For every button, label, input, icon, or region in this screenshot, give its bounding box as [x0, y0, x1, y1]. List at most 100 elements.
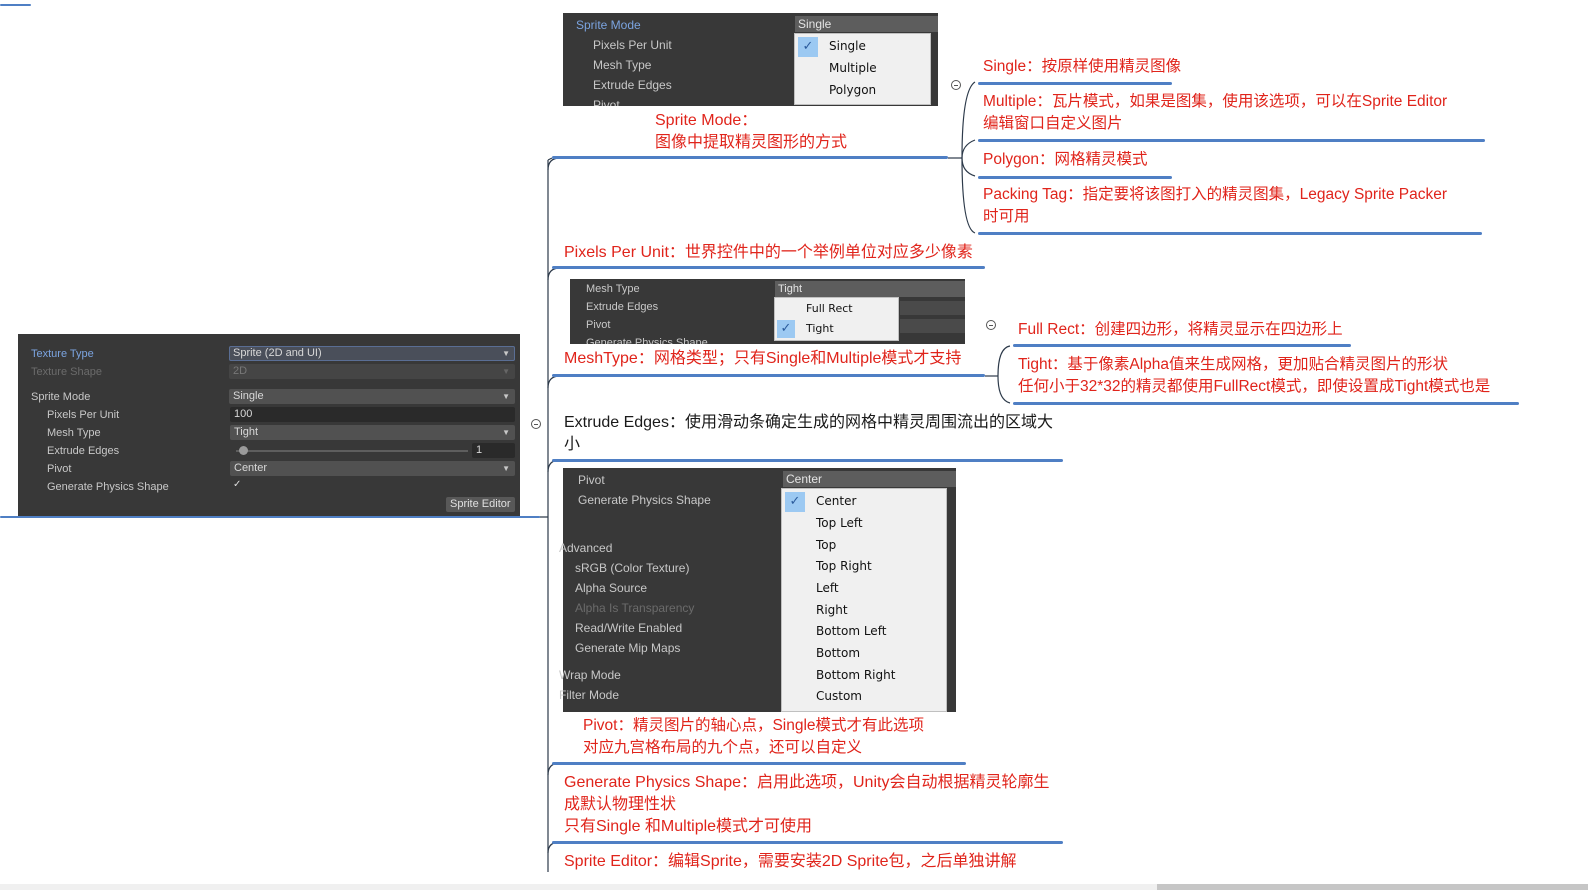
dropdown-arrow-icon: ▼ [502, 464, 510, 473]
node-tight-line1: Tight：基于像素Alpha值来生成网格，更加贴合精灵图片的形状 [1018, 356, 1449, 373]
node-pivot-line1: Pivot：精灵图片的轴心点，Single模式才有此选项 [583, 717, 925, 734]
node-pivot-underline [552, 762, 966, 765]
option-top[interactable]: Top [782, 535, 946, 556]
option-label: Polygon [829, 83, 877, 97]
node-mesh-type[interactable]: MeshType：网格类型；只有Single和Multiple模式才支持 [564, 348, 961, 370]
option-label: Bottom [816, 646, 861, 660]
sprite-mode-popup: ✓ Single Multiple Polygon [794, 33, 931, 105]
pivot-value: Center [234, 462, 268, 474]
option-full-rect[interactable]: Full Rect [775, 299, 898, 319]
node-sprite-mode[interactable]: Sprite Mode： 图像中提取精灵图形的方式 [655, 110, 847, 154]
node-pivot[interactable]: Pivot：精灵图片的轴心点，Single模式才有此选项 对应九宫格布局的九个点… [583, 715, 924, 759]
node-multiple-line1: Multiple：瓦片模式，如果是图集，使用该选项，可以在Sprite Edit… [983, 93, 1448, 110]
node-polygon[interactable]: Polygon：网格精灵模式 [983, 149, 1148, 171]
mesh-type-popup: Full Rect ✓ Tight [774, 297, 899, 341]
mt-field-bg [900, 319, 965, 333]
sm-label-2: Mesh Type [593, 58, 652, 72]
node-packing-tag[interactable]: Packing Tag：指定要将该图打入的精灵图集，Legacy Sprite … [983, 184, 1447, 228]
extrude-edges-slider-handle[interactable] [239, 446, 248, 455]
dropdown-arrow-icon: ▼ [502, 367, 510, 376]
collapse-toggle-sprite-mode[interactable] [951, 80, 961, 90]
texture-shape-value: 2D [233, 365, 248, 377]
pv-label-2: Advanced [559, 541, 613, 555]
option-label: Multiple [829, 61, 877, 75]
sm-label-3: Extrude Edges [593, 78, 672, 92]
mt-label-3: Generate Physics Shape [586, 337, 708, 344]
pv-dropdown-header[interactable]: Center [783, 471, 956, 487]
option-label: Custom [816, 689, 862, 703]
option-top-right[interactable]: Top Right [782, 556, 946, 577]
node-tight-line2: 任何小于32*32的精灵都使用FullRect模式，即使设置成Tight模式也是 [1018, 378, 1491, 395]
node-generate-physics-underline [552, 841, 1063, 844]
mesh-type-dropdown[interactable]: Tight ▼ [230, 425, 515, 440]
label-mesh-type: Mesh Type [47, 427, 101, 439]
pivot-dropdown[interactable]: Center ▼ [230, 461, 515, 476]
pv-label-5: Alpha Is Transparency [575, 601, 695, 615]
option-bottom[interactable]: Bottom [782, 643, 946, 664]
dropdown-arrow-icon: ▼ [502, 428, 510, 437]
node-pivot-line2: 对应九宫格布局的九个点，还可以自定义 [583, 739, 863, 756]
node-sprite-mode-line1: Sprite Mode： [655, 112, 758, 129]
node-sprite-editor[interactable]: Sprite Editor：编辑Sprite，需要安装2D Sprite包，之后… [564, 851, 1017, 873]
collapse-toggle-root[interactable] [531, 419, 541, 429]
mt-label-1: Extrude Edges [586, 301, 659, 313]
mt-label-0: Mesh Type [586, 283, 640, 295]
node-tight[interactable]: Tight：基于像素Alpha值来生成网格，更加贴合精灵图片的形状 任何小于32… [1018, 354, 1490, 398]
option-tight[interactable]: ✓ Tight [775, 319, 898, 339]
option-label: Top Left [816, 516, 863, 530]
option-label: Full Rect [806, 302, 853, 315]
option-label: Bottom Left [816, 624, 887, 638]
mt-field-bg [900, 301, 965, 315]
node-pixels-per-unit-underline [552, 266, 985, 269]
option-single[interactable]: ✓ Single [795, 36, 930, 57]
inspector-panel: Texture Type Sprite (2D and UI) ▼ Texture… [18, 334, 520, 516]
check-icon: ✓ [785, 492, 805, 512]
node-extrude-edges-underline [552, 459, 1063, 462]
texture-type-dropdown[interactable]: Sprite (2D and UI) ▼ [229, 346, 515, 361]
option-left[interactable]: Left [782, 578, 946, 599]
option-multiple[interactable]: Multiple [795, 58, 930, 79]
option-label: Right [816, 603, 848, 617]
node-full-rect[interactable]: Full Rect：创建四边形，将精灵显示在四边形上 [1018, 319, 1343, 341]
node-packing-tag-line1: Packing Tag：指定要将该图打入的精灵图集，Legacy Sprite … [983, 186, 1447, 203]
option-top-left[interactable]: Top Left [782, 513, 946, 534]
sprite-editor-button[interactable]: Sprite Editor [446, 497, 515, 512]
sprite-mode-value: Single [233, 390, 264, 402]
root-underline-fragment [0, 4, 31, 6]
mt-dropdown-header[interactable]: Tight [775, 281, 965, 297]
node-generate-physics[interactable]: Generate Physics Shape：启用此选项，Unity会自动根据精… [564, 772, 1049, 838]
collapse-toggle-mesh-type[interactable] [986, 320, 996, 330]
sm-label-0: Sprite Mode [576, 18, 641, 32]
sprite-mode-screenshot: Sprite Mode Pixels Per Unit Mesh Type Ex… [563, 13, 938, 106]
option-label: Bottom Right [816, 668, 896, 682]
node-sprite-mode-underline [552, 156, 948, 159]
option-right[interactable]: Right [782, 600, 946, 621]
option-center[interactable]: ✓ Center [782, 491, 946, 512]
horizontal-scrollbar-thumb[interactable] [1157, 884, 1588, 890]
node-multiple-line2: 编辑窗口自定义图片 [983, 115, 1123, 132]
option-bottom-right[interactable]: Bottom Right [782, 665, 946, 686]
node-mesh-type-underline [552, 374, 985, 377]
label-texture-shape: Texture Shape [31, 366, 102, 378]
sm-dropdown-header[interactable]: Single [795, 16, 938, 32]
option-label: Single [829, 39, 866, 53]
option-custom[interactable]: Custom [782, 686, 946, 707]
node-sprite-mode-line2: 图像中提取精灵图形的方式 [655, 134, 848, 151]
option-polygon[interactable]: Polygon [795, 80, 930, 101]
extrude-edges-slider-track[interactable] [236, 450, 468, 452]
generate-physics-checkbox[interactable]: ✓ [233, 479, 241, 490]
node-multiple[interactable]: Multiple：瓦片模式，如果是图集，使用该选项，可以在Sprite Edit… [983, 91, 1447, 135]
node-extrude-edges[interactable]: Extrude Edges：使用滑动条确定生成的网格中精灵周围流出的区域大 小 [564, 412, 1053, 456]
extrude-edges-input[interactable]: 1 [472, 443, 515, 458]
dropdown-arrow-icon: ▼ [502, 392, 510, 401]
texture-shape-dropdown[interactable]: 2D ▼ [229, 364, 515, 379]
node-full-rect-underline [1013, 344, 1351, 347]
option-bottom-left[interactable]: Bottom Left [782, 621, 946, 642]
pv-label-7: Generate Mip Maps [575, 641, 681, 655]
texture-type-value: Sprite (2D and UI) [233, 347, 322, 359]
pixels-per-unit-input[interactable]: 100 [230, 407, 515, 422]
sprite-mode-dropdown[interactable]: Single ▼ [229, 389, 515, 404]
node-single[interactable]: Single：按原样使用精灵图像 [983, 56, 1181, 78]
node-generate-physics-line2: 成默认物理性状 [564, 796, 677, 813]
node-pixels-per-unit[interactable]: Pixels Per Unit：世界控件中的一个举例单位对应多少像素 [564, 242, 973, 264]
